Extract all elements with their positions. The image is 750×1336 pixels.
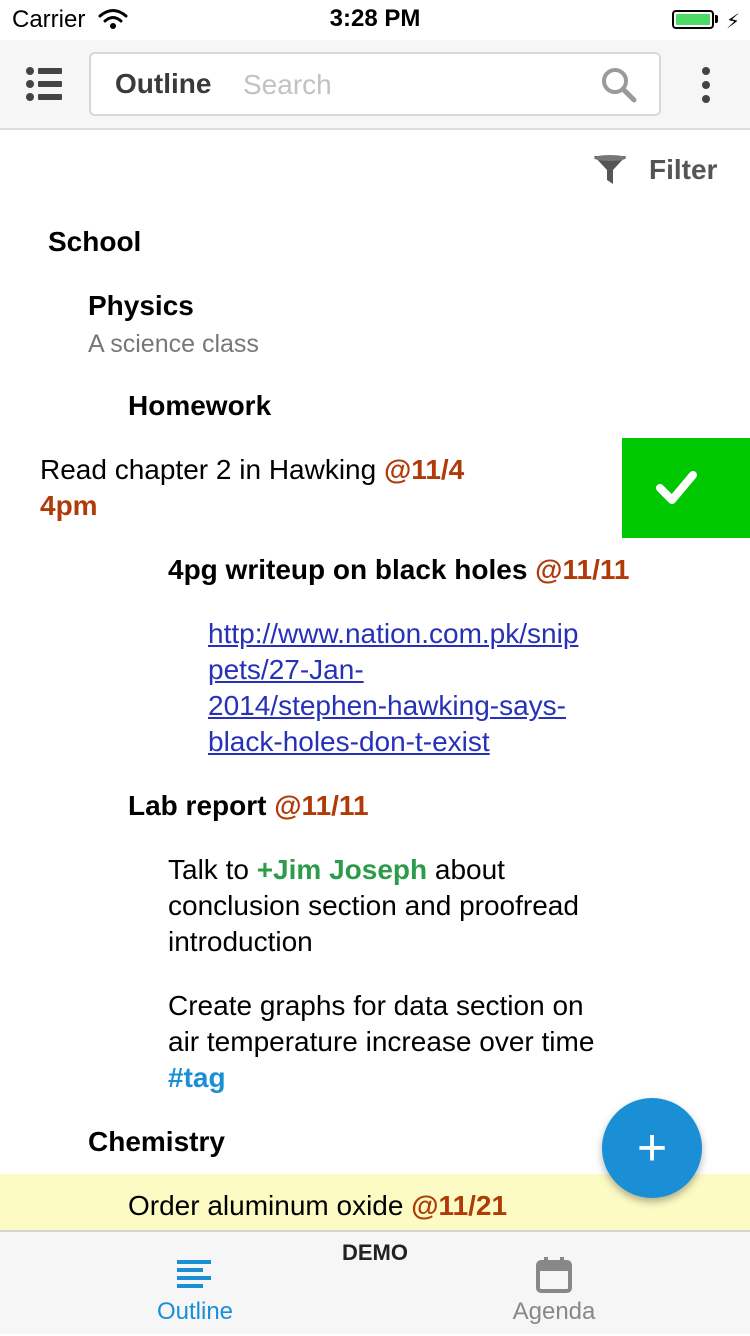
- filter-funnel-icon: [592, 154, 628, 193]
- tab-label: Agenda: [512, 1298, 596, 1325]
- date-badge: @11/11: [274, 790, 369, 821]
- tab-bar: DEMO Outline Agenda: [0, 1230, 750, 1334]
- outline-item-chemistry[interactable]: Chemistry: [88, 1124, 225, 1160]
- outline-item-physics[interactable]: Physics: [88, 288, 194, 324]
- task-text: Talk to: [168, 854, 257, 885]
- task-text: Order aluminum oxide: [128, 1190, 412, 1221]
- outline-mode-label: Outline: [115, 68, 212, 99]
- date-badge: @11/4: [383, 454, 465, 485]
- search-input[interactable]: [241, 64, 585, 106]
- outline-item-order-aluminum[interactable]: Order aluminum oxide @11/21: [128, 1188, 507, 1224]
- battery-tip: [715, 15, 718, 23]
- outline-item-link: http://www.nation.com.pk/snip pets/27-Jan…: [208, 616, 648, 760]
- clock: 3:28 PM: [329, 5, 421, 32]
- tab-label: Outline: [156, 1298, 234, 1325]
- task-text: introduction: [168, 926, 313, 957]
- add-item-button[interactable]: +: [602, 1098, 702, 1198]
- outline-item-read-chapter[interactable]: Read chapter 2 in Hawking @11/4 4pm: [40, 452, 600, 524]
- charging-icon: ⚡: [726, 11, 741, 33]
- outline-list-icon: [177, 1260, 211, 1288]
- time-badge: 4pm: [40, 490, 98, 521]
- plus-icon: +: [636, 1119, 668, 1177]
- complete-task-button[interactable]: [622, 438, 750, 538]
- hashtag[interactable]: #tag: [168, 1062, 226, 1093]
- outline-item-talk-to-jim[interactable]: Talk to +Jim Joseph about conclusion sec…: [168, 852, 668, 960]
- checkmark-icon: [656, 471, 697, 504]
- task-text: 4pg writeup on black holes: [168, 554, 536, 585]
- link-line: pets/27-Jan-: [208, 654, 364, 685]
- task-text: Create graphs for data section on: [168, 990, 584, 1021]
- tab-outline[interactable]: Outline: [95, 1232, 295, 1336]
- task-text: Read chapter 2 in Hawking: [40, 454, 384, 485]
- task-text: about: [427, 854, 505, 885]
- filter-label: Filter: [649, 154, 718, 185]
- outline-item-lab-report[interactable]: Lab report @11/11: [128, 788, 369, 824]
- tab-agenda[interactable]: Agenda: [454, 1232, 654, 1336]
- task-text: Lab report: [128, 790, 275, 821]
- status-bar: Carrier 3:28 PM ⚡: [0, 0, 750, 40]
- link-line: black-holes-don-t-exist: [208, 726, 490, 757]
- task-text: air temperature increase over time: [168, 1026, 595, 1057]
- outline-item-school[interactable]: School: [48, 224, 141, 260]
- outline-item-homework[interactable]: Homework: [128, 388, 271, 424]
- search-bar[interactable]: Outline: [89, 52, 661, 116]
- outline-item-writeup[interactable]: 4pg writeup on black holes @11/11: [168, 552, 629, 588]
- date-badge: @11/21: [411, 1190, 508, 1221]
- search-icon[interactable]: [601, 67, 637, 108]
- outline-item-create-graphs[interactable]: Create graphs for data section on air te…: [168, 988, 708, 1096]
- more-options-icon[interactable]: [696, 66, 716, 104]
- link-line: 2014/stephen-hawking-says-: [208, 690, 566, 721]
- battery-icon: [672, 10, 714, 29]
- contact-mention[interactable]: +Jim Joseph: [257, 854, 427, 885]
- top-bar: Outline: [0, 40, 750, 130]
- link-line: http://www.nation.com.pk/snip: [208, 618, 579, 649]
- calendar-icon: [536, 1257, 572, 1293]
- outline-item-physics-note: A science class: [88, 330, 259, 358]
- task-text: conclusion section and proofread: [168, 890, 579, 921]
- menu-list-icon[interactable]: [24, 66, 64, 102]
- date-badge: @11/11: [535, 554, 630, 585]
- hawking-article-link[interactable]: http://www.nation.com.pk/snip pets/27-Jan…: [208, 618, 578, 757]
